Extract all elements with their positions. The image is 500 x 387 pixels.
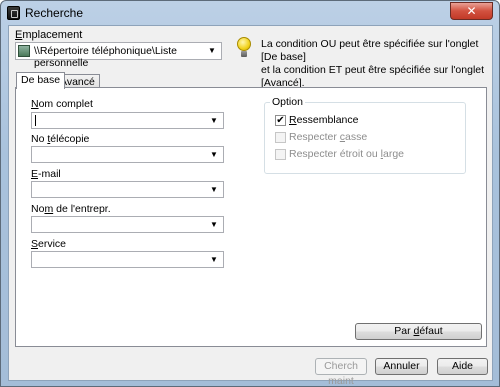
field-label-entreprise: Nom de l'entrepr. [31,203,111,215]
respecter-etroit-large-label[interactable]: Respecter étroit ou large [289,148,404,160]
tab-panel-de-base: Nom complet ▼ No télécopie ▼ E-mail ▼ No… [15,87,487,347]
entreprise-combo[interactable]: ▼ [31,216,224,233]
par-defaut-button[interactable]: Par défaut [355,323,482,340]
title-bar: Recherche ✕ [1,1,499,25]
respecter-casse-label[interactable]: Respecter casse [289,131,367,143]
dropdown-arrow-icon[interactable]: ▼ [206,43,218,59]
info-message: La condition OU peut être spécifiée sur … [261,38,485,89]
field-label-nom-complet: Nom complet [31,98,93,110]
location-value: \\Répertoire téléphonique\Liste personne… [34,45,178,69]
field-label-telecopie: No télécopie [31,133,90,145]
telecopie-combo[interactable]: ▼ [31,146,224,163]
checkmark-icon: ✔ [276,115,285,126]
text-cursor [35,115,36,126]
nom-complet-combo[interactable]: ▼ [31,112,224,129]
app-icon [7,6,20,20]
phonebook-icon [18,45,30,57]
email-combo[interactable]: ▼ [31,181,224,198]
dropdown-arrow-icon[interactable]: ▼ [208,147,220,162]
ressemblance-label[interactable]: Ressemblance [289,114,358,126]
annuler-button[interactable]: Annuler [375,358,428,375]
service-combo[interactable]: ▼ [31,251,224,268]
respecter-etroit-large-checkbox[interactable] [275,149,286,160]
window-title: Recherche [25,6,84,20]
dialog-body: Emplacement \\Répertoire téléphonique\Li… [8,25,493,386]
option-group: Option ✔ Ressemblance Respecter casse Re… [264,96,466,174]
option-group-title: Option [270,96,305,108]
aide-button[interactable]: Aide [437,358,488,375]
location-dropdown[interactable]: \\Répertoire téléphonique\Liste personne… [15,42,222,69]
respecter-casse-checkbox[interactable] [275,132,286,143]
ressemblance-checkbox[interactable]: ✔ [275,115,286,126]
dropdown-arrow-icon[interactable]: ▼ [208,217,220,232]
close-button[interactable]: ✕ [450,2,493,20]
lightbulb-icon [237,37,251,57]
field-label-email: E-mail [31,168,61,180]
dropdown-arrow-icon[interactable]: ▼ [208,182,220,197]
dropdown-arrow-icon[interactable]: ▼ [208,113,220,128]
tab-de-base[interactable]: De base [16,72,66,89]
field-label-service: Service [31,238,67,250]
search-dialog: Recherche ✕ Emplacement \\Répertoire tél… [0,0,500,387]
cherch-maint-button[interactable]: Cherch maint [315,358,367,386]
dropdown-arrow-icon[interactable]: ▼ [208,252,220,267]
location-label: Emplacement [15,29,83,41]
